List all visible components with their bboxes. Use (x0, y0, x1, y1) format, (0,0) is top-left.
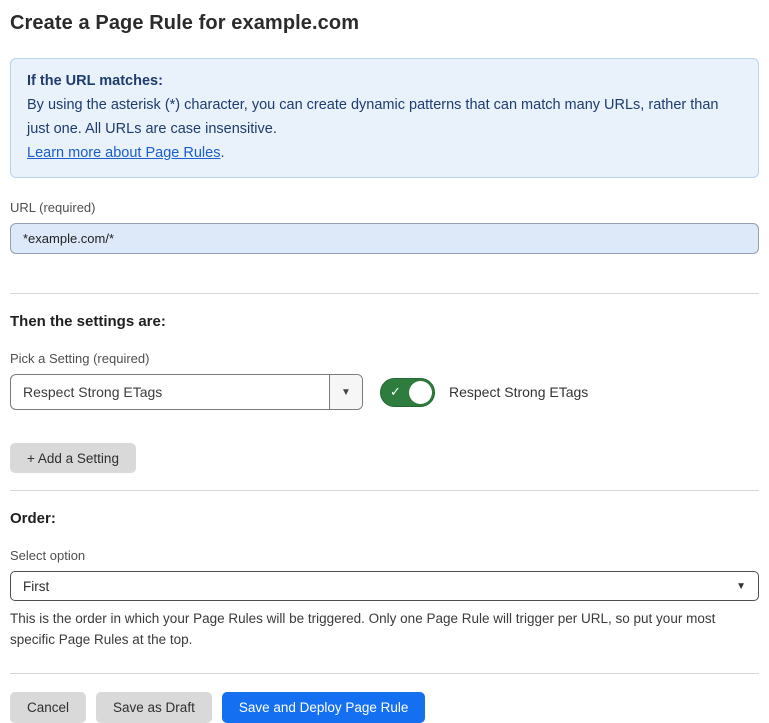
setting-select[interactable]: Respect Strong ETags ▼ (10, 374, 363, 410)
url-input[interactable] (10, 223, 759, 254)
settings-section-heading: Then the settings are: (10, 313, 759, 330)
chevron-down-icon: ▼ (341, 387, 351, 398)
chevron-down-icon: ▼ (736, 581, 746, 592)
url-match-info-box: If the URL matches: By using the asteris… (10, 58, 759, 178)
check-icon: ✓ (390, 385, 401, 398)
info-box-heading: If the URL matches: (27, 69, 742, 93)
save-deploy-button[interactable]: Save and Deploy Page Rule (222, 692, 426, 723)
url-field-label: URL (required) (10, 200, 759, 215)
setting-select-arrow-button[interactable]: ▼ (329, 375, 362, 409)
setting-row: Respect Strong ETags ▼ ✓ Respect Strong … (10, 374, 759, 410)
save-draft-button[interactable]: Save as Draft (96, 692, 212, 723)
order-help-text: This is the order in which your Page Rul… (10, 608, 759, 650)
order-select[interactable]: First ▼ (10, 571, 759, 601)
toggle-knob (409, 381, 432, 404)
add-setting-button[interactable]: + Add a Setting (10, 443, 136, 473)
pick-setting-label: Pick a Setting (required) (10, 351, 759, 366)
order-select-label: Select option (10, 548, 759, 563)
order-section-heading: Order: (10, 510, 759, 527)
section-divider (10, 293, 759, 294)
toggle-label: Respect Strong ETags (449, 384, 588, 400)
section-divider (10, 490, 759, 491)
page-title: Create a Page Rule for example.com (10, 12, 759, 35)
footer-buttons: Cancel Save as Draft Save and Deploy Pag… (10, 692, 759, 723)
setting-select-value: Respect Strong ETags (11, 375, 329, 409)
order-select-value: First (23, 579, 736, 594)
info-box-body: By using the asterisk (*) character, you… (27, 93, 742, 141)
setting-toggle-group: ✓ Respect Strong ETags (380, 378, 588, 407)
learn-more-link[interactable]: Learn more about Page Rules (27, 145, 220, 161)
respect-strong-etags-toggle[interactable]: ✓ (380, 378, 435, 407)
cancel-button[interactable]: Cancel (10, 692, 86, 723)
footer-divider (10, 673, 759, 674)
create-page-rule-panel: Create a Page Rule for example.com If th… (0, 0, 769, 718)
info-box-link-line: Learn more about Page Rules. (27, 141, 742, 165)
link-suffix: . (220, 145, 224, 161)
